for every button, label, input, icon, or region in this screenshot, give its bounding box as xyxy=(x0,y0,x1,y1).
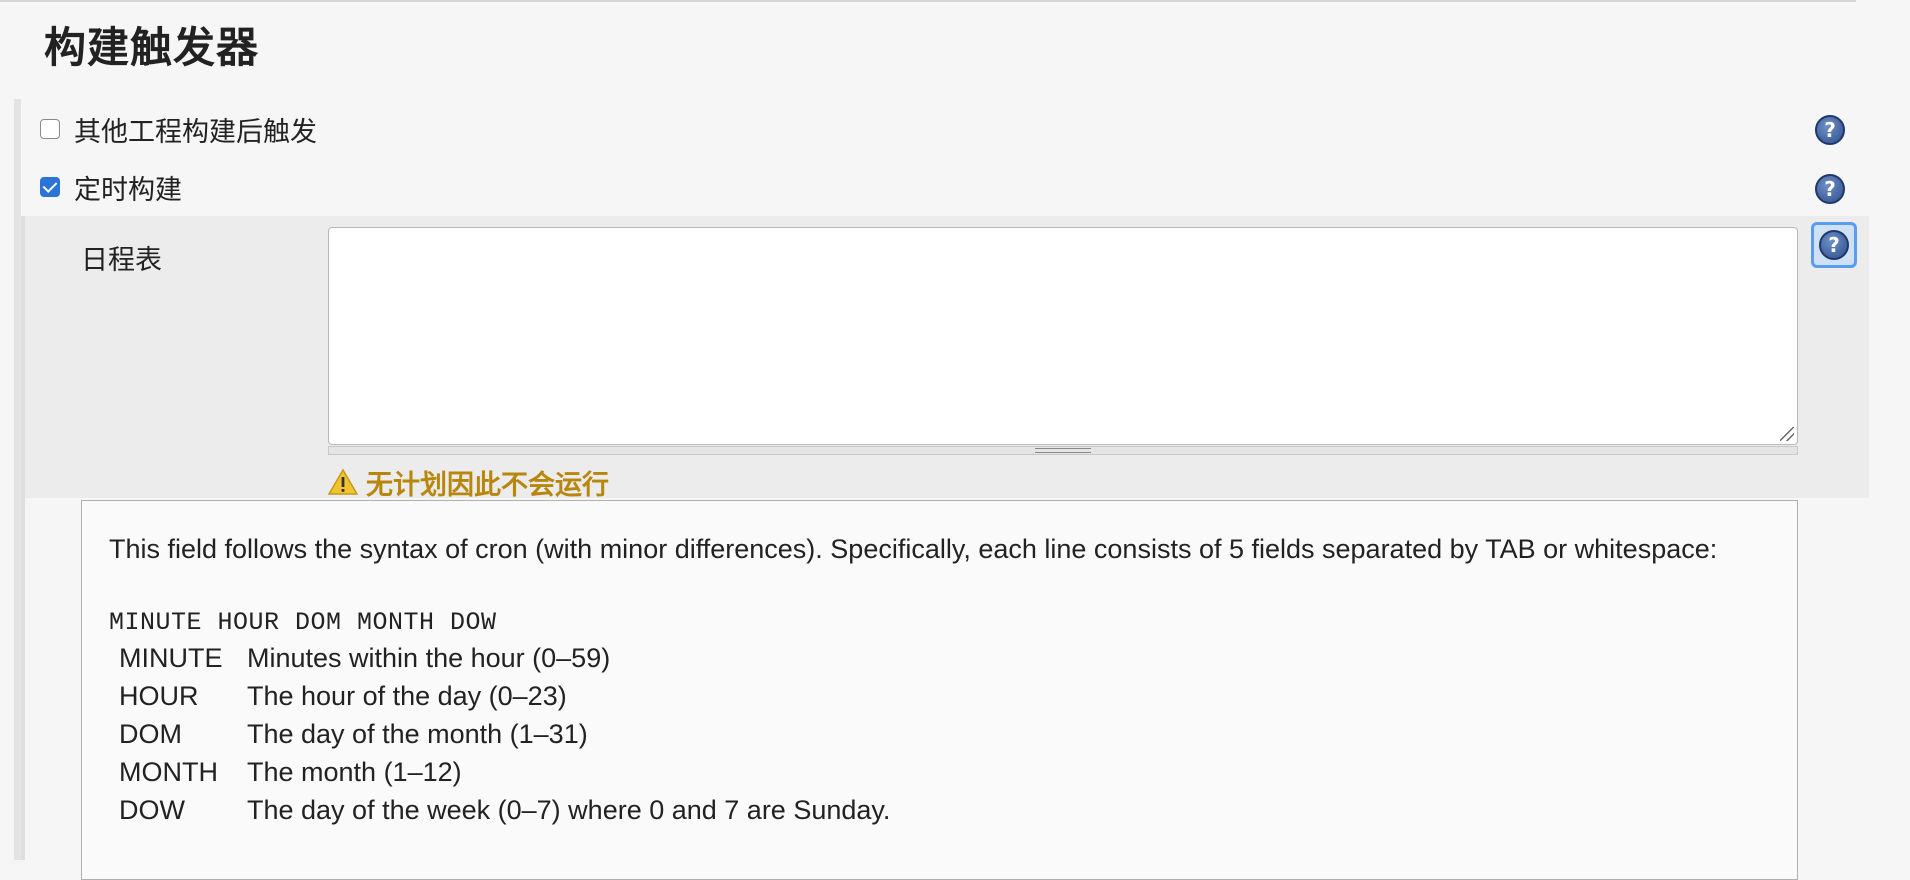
schedule-warning: 无计划因此不会运行 xyxy=(328,464,609,501)
trigger-periodic-checkbox[interactable] xyxy=(40,177,60,197)
trigger-upstream-option[interactable]: 其他工程构建后触发 xyxy=(40,109,317,149)
trigger-upstream-label[interactable]: 其他工程构建后触发 xyxy=(74,110,317,149)
cron-field-desc: The hour of the day (0–23) xyxy=(247,681,567,711)
section-indent-bar xyxy=(14,99,21,860)
cron-field-desc: The day of the month (1–31) xyxy=(247,719,588,749)
schedule-label: 日程表 xyxy=(81,245,162,276)
trigger-upstream-checkbox[interactable] xyxy=(40,119,60,139)
cron-field-name: DOM xyxy=(119,719,182,749)
cron-field-desc: The day of the week (0–7) where 0 and 7 … xyxy=(247,795,891,825)
textarea-resize-grip[interactable] xyxy=(1780,427,1794,441)
drag-grip-icon xyxy=(1035,448,1091,453)
cron-field-name: MONTH xyxy=(119,757,218,787)
schedule-help-icon[interactable]: ? xyxy=(1819,230,1849,260)
help-icon[interactable]: ? xyxy=(1815,174,1845,204)
trigger-periodic-option[interactable]: 定时构建 xyxy=(40,167,182,207)
help-intro-text: This field follows the syntax of cron (w… xyxy=(109,534,1718,564)
cron-field-name: DOW xyxy=(119,795,185,825)
section-title: 构建触发器 xyxy=(44,23,260,72)
trigger-periodic-label[interactable]: 定时构建 xyxy=(74,168,182,207)
help-icon[interactable]: ? xyxy=(1815,115,1845,145)
cron-field-desc: The month (1–12) xyxy=(247,757,462,787)
warning-text: 无计划因此不会运行 xyxy=(366,469,609,501)
cron-field-name: HOUR xyxy=(119,681,199,711)
section-divider xyxy=(0,0,1856,2)
cron-field-desc: Minutes within the hour (0–59) xyxy=(247,643,611,673)
warning-icon xyxy=(328,468,358,495)
schedule-textarea[interactable] xyxy=(328,227,1798,445)
cron-field-name: MINUTE xyxy=(119,643,223,673)
cron-syntax-line: MINUTE HOUR DOM MONTH DOW xyxy=(109,608,497,637)
